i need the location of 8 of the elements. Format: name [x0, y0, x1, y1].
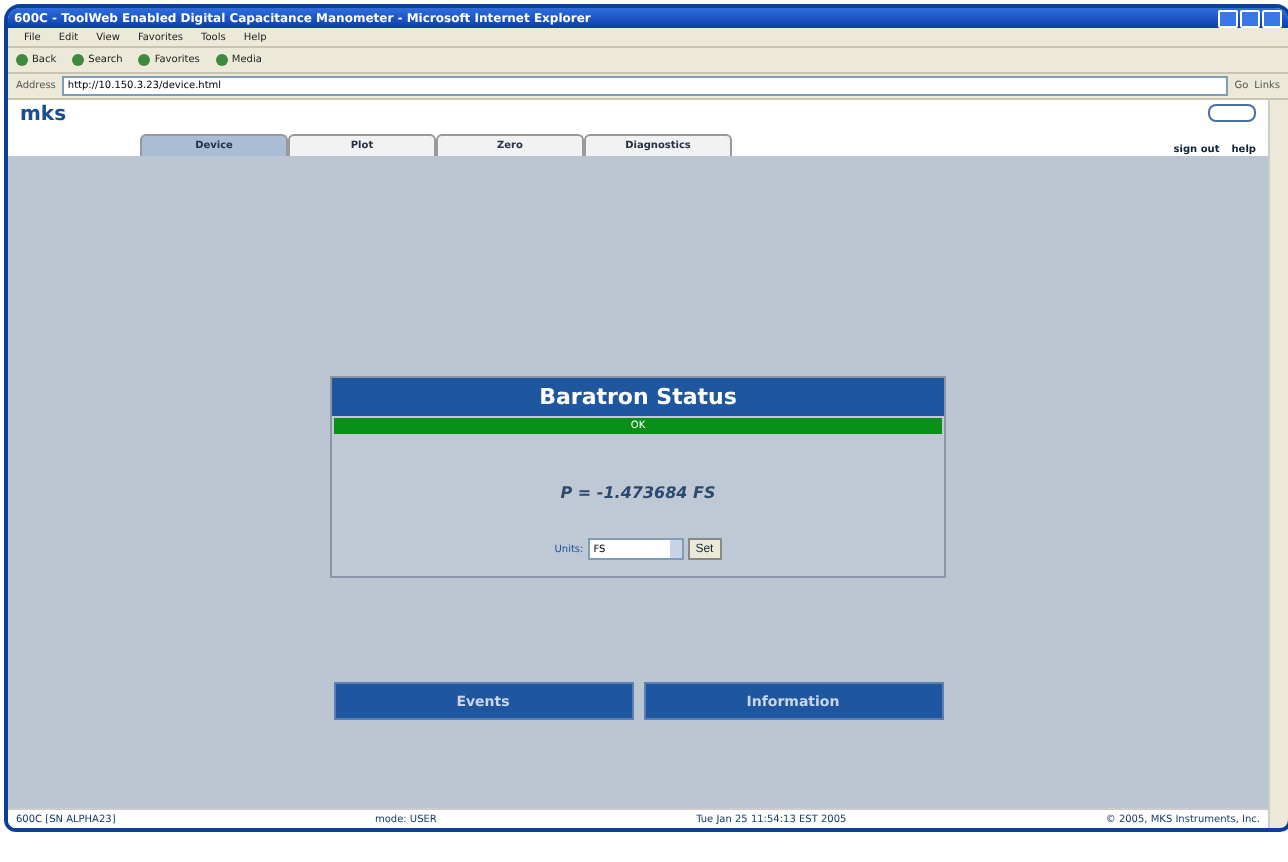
pressure-reading: P = -1.473684 FS: [558, 484, 718, 502]
badge-icon: [1208, 104, 1256, 122]
circle-icon: [72, 54, 85, 66]
brand-logo: mks: [20, 104, 69, 126]
panel-title: Baratron Status: [332, 378, 944, 416]
circle-icon: [138, 54, 151, 66]
circle-icon: [215, 54, 228, 66]
circle-icon: [16, 54, 28, 66]
